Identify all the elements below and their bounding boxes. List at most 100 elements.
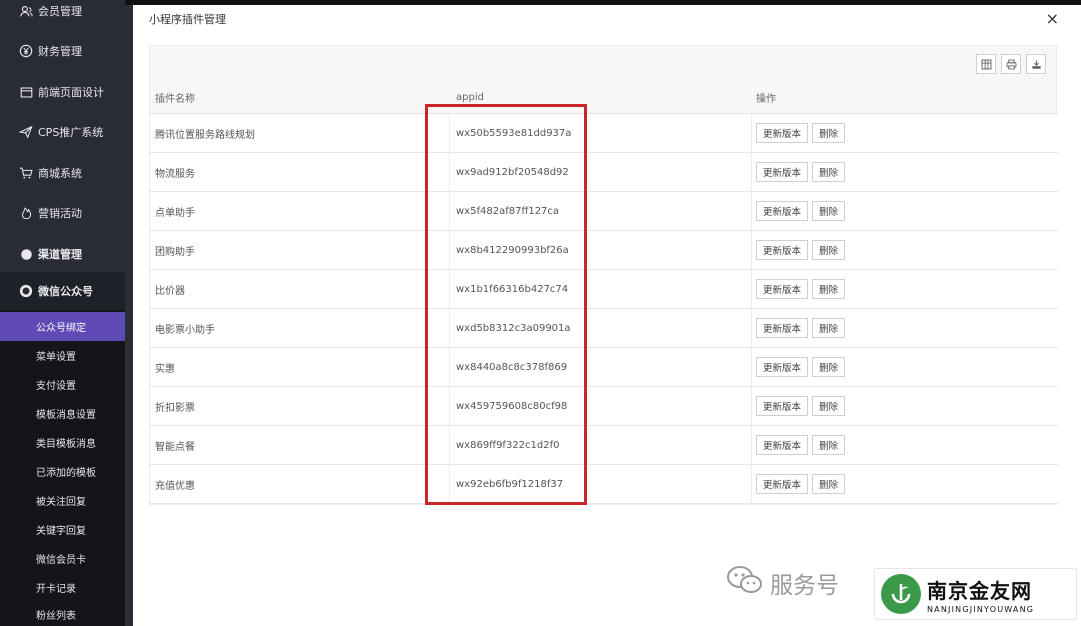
sidebar-sub-fans-list[interactable]: 粉丝列表 <box>0 602 125 626</box>
update-version-button[interactable]: 更新版本 <box>756 318 809 338</box>
table-row: 实惠 wx8440a8c8c378f869 更新版本 删除 <box>150 348 1058 387</box>
update-version-button[interactable]: 更新版本 <box>756 201 809 221</box>
plugin-appid: wx9ad912bf20548d92 <box>450 153 752 191</box>
plugin-name: 实惠 <box>150 348 450 386</box>
delete-button[interactable]: 删除 <box>812 435 846 455</box>
delete-button[interactable]: 删除 <box>812 123 846 143</box>
plugin-name: 物流服务 <box>150 153 450 191</box>
update-version-button[interactable]: 更新版本 <box>756 240 809 260</box>
row-actions: 更新版本 删除 <box>752 153 1058 191</box>
sidebar-item-label: 微信公众号 <box>38 285 93 298</box>
print-icon[interactable] <box>1001 54 1021 74</box>
yen-icon <box>18 43 34 59</box>
sidebar-item-page-design[interactable]: 前端页面设计 <box>0 72 125 112</box>
sidebar-sub-member-card[interactable]: 微信会员卡 <box>0 544 125 573</box>
delete-button[interactable]: 删除 <box>812 240 846 260</box>
sidebar-sub-added-templates[interactable]: 已添加的模板 <box>0 457 125 486</box>
sidebar-sub-label: 粉丝列表 <box>36 610 76 622</box>
sidebar-item-label: 商城系统 <box>38 167 82 180</box>
row-actions: 更新版本 删除 <box>752 465 1058 503</box>
close-icon[interactable]: × <box>1046 9 1059 28</box>
sidebar-item-cps[interactable]: CPS推广系统 <box>0 112 125 152</box>
layout-icon <box>18 84 34 100</box>
update-version-button[interactable]: 更新版本 <box>756 162 809 182</box>
sidebar-sub-label: 菜单设置 <box>36 352 76 363</box>
sidebar-item-label: 财务管理 <box>38 45 82 58</box>
row-actions: 更新版本 删除 <box>752 270 1058 308</box>
row-actions: 更新版本 删除 <box>752 114 1058 152</box>
update-version-button[interactable]: 更新版本 <box>756 474 809 494</box>
sidebar-item-marketing[interactable]: 营销活动 <box>0 193 125 233</box>
plugin-appid: wx8440a8c8c378f869 <box>450 348 752 386</box>
watermark-text: 服务号 <box>770 573 839 599</box>
plugin-name: 电影票小助手 <box>150 309 450 347</box>
sidebar-sub-keyword-reply[interactable]: 关键字回复 <box>0 515 125 544</box>
sidebar-item-wechat[interactable]: 微信公众号 <box>0 272 125 310</box>
sidebar-sub-label: 关键字回复 <box>36 526 86 537</box>
sidebar-sub-card-records[interactable]: 开卡记录 <box>0 573 125 602</box>
plugin-name: 点单助手 <box>150 192 450 230</box>
sidebar-item-label: 会员管理 <box>38 5 82 18</box>
watermark-service: 服务号 <box>726 565 839 601</box>
row-actions: 更新版本 删除 <box>752 231 1058 269</box>
user-group-icon <box>18 3 34 19</box>
sidebar-item-mall[interactable]: 商城系统 <box>0 153 125 193</box>
plugin-name: 充值优惠 <box>150 465 450 503</box>
sidebar-sub-payment[interactable]: 支付设置 <box>0 370 125 399</box>
plugin-appid: wx5f482af87ff127ca <box>450 192 752 230</box>
header-name: 插件名称 <box>155 94 195 105</box>
delete-button[interactable]: 删除 <box>812 318 846 338</box>
sidebar-sub-label: 类目模板消息 <box>36 439 96 450</box>
table-row: 充值优惠 wx92eb6fb9f1218f37 更新版本 删除 <box>150 465 1058 504</box>
columns-icon[interactable] <box>976 54 996 74</box>
sidebar-item-label: 营销活动 <box>38 207 82 220</box>
send-icon <box>18 124 34 140</box>
sidebar-sub-bind-account[interactable]: 公众号绑定 <box>0 312 125 341</box>
plugin-modal: 小程序插件管理 × 插件名称 appid 操作 腾讯位置服务路线规划 wx50b… <box>133 5 1081 626</box>
update-version-button[interactable]: 更新版本 <box>756 396 809 416</box>
table-row: 腾讯位置服务路线规划 wx50b5593e81dd937a 更新版本 删除 <box>150 114 1058 153</box>
sidebar-item-label: CPS推广系统 <box>38 126 104 139</box>
sidebar-sub-menu-settings[interactable]: 菜单设置 <box>0 341 125 370</box>
plugin-appid: wx1b1f66316b427c74 <box>450 270 752 308</box>
sidebar-sub-category-template[interactable]: 类目模板消息 <box>0 428 125 457</box>
sidebar-item-finance[interactable]: 财务管理 <box>0 31 125 71</box>
row-actions: 更新版本 删除 <box>752 309 1058 347</box>
update-version-button[interactable]: 更新版本 <box>756 435 809 455</box>
delete-button[interactable]: 删除 <box>812 201 846 221</box>
update-version-button[interactable]: 更新版本 <box>756 279 809 299</box>
export-icon[interactable] <box>1026 54 1046 74</box>
sidebar-sub-label: 已添加的模板 <box>36 468 96 479</box>
delete-button[interactable]: 删除 <box>812 357 846 377</box>
plugin-table-panel: 插件名称 appid 操作 腾讯位置服务路线规划 wx50b5593e81dd9… <box>149 45 1058 505</box>
sidebar-sub-label: 微信会员卡 <box>36 555 86 566</box>
sidebar-item-label: 渠道管理 <box>38 248 82 261</box>
delete-button[interactable]: 删除 <box>812 162 846 182</box>
table-toolbar <box>976 54 1046 74</box>
brand-text: 南京金友网 NANJINGJINYOUWANG <box>927 575 1034 614</box>
sidebar-sub-template-msg[interactable]: 模板消息设置 <box>0 399 125 428</box>
cart-icon <box>18 165 34 181</box>
sidebar-item-members[interactable]: 会员管理 <box>0 0 125 31</box>
delete-button[interactable]: 删除 <box>812 474 846 494</box>
update-version-button[interactable]: 更新版本 <box>756 357 809 377</box>
brand-logo: 南京金友网 NANJINGJINYOUWANG <box>874 568 1077 620</box>
plugin-appid: wxd5b8312c3a09901a <box>450 309 752 347</box>
delete-button[interactable]: 删除 <box>812 396 846 416</box>
delete-button[interactable]: 删除 <box>812 279 846 299</box>
row-actions: 更新版本 删除 <box>752 426 1058 464</box>
sidebar-sub-label: 被关注回复 <box>36 497 86 508</box>
sidebar-item-label: 前端页面设计 <box>38 86 104 99</box>
plugin-appid: wx50b5593e81dd937a <box>450 114 752 152</box>
modal-title: 小程序插件管理 <box>149 13 226 26</box>
sidebar-sub-label: 模板消息设置 <box>36 410 96 421</box>
sidebar-sub-follow-reply[interactable]: 被关注回复 <box>0 486 125 515</box>
table-row: 点单助手 wx5f482af87ff127ca 更新版本 删除 <box>150 192 1058 231</box>
flame-icon <box>18 205 34 221</box>
plugin-name: 腾讯位置服务路线规划 <box>150 114 450 152</box>
update-version-button[interactable]: 更新版本 <box>756 123 809 143</box>
sidebar-sub-label: 开卡记录 <box>36 584 76 595</box>
table-row: 物流服务 wx9ad912bf20548d92 更新版本 删除 <box>150 153 1058 192</box>
sidebar-item-channels[interactable]: 渠道管理 <box>0 234 125 274</box>
header-appid: appid <box>456 92 484 103</box>
